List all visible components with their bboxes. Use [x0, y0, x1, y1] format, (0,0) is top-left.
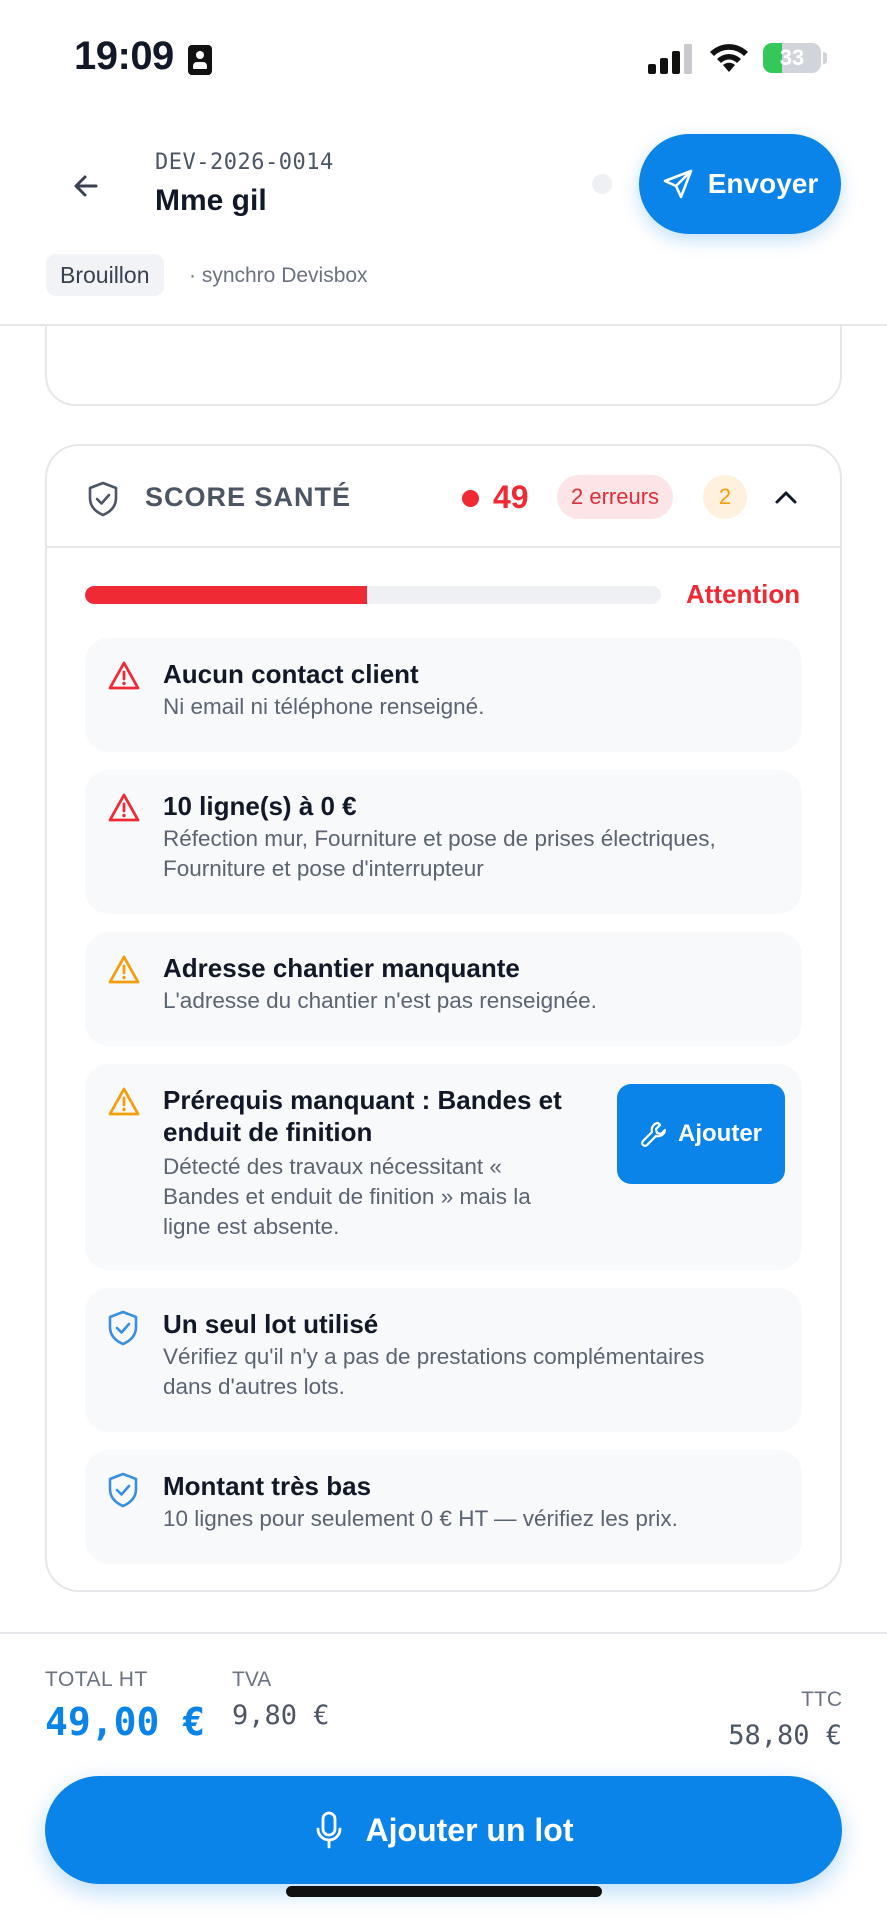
issue-title: Un seul lot utilisé [163, 1309, 379, 1339]
errors-badge: 2 erreurs [557, 475, 674, 519]
add-lot-button[interactable]: Ajouter un lot [45, 1776, 842, 1884]
issue-title: Montant très bas [163, 1471, 372, 1501]
issue-description: L'adresse du chantier n'est pas renseign… [163, 988, 597, 1013]
client-name: Mme gil [155, 184, 267, 217]
shield-check-icon [108, 1310, 138, 1346]
arrow-left-icon [74, 175, 98, 197]
score-status-dot [462, 490, 479, 507]
add-prerequisite-label: Ajouter [678, 1120, 762, 1147]
health-score-header[interactable]: SCORE SANTÉ 49 2 erreurs 2 [47, 446, 840, 548]
alert-triangle-icon [108, 955, 140, 984]
back-button[interactable] [62, 162, 110, 210]
wifi-icon [710, 44, 748, 72]
send-button[interactable]: Envoyer [639, 134, 841, 234]
send-icon [663, 169, 693, 199]
alert-triangle-icon [108, 793, 140, 822]
issue-description: 10 lignes pour seulement 0 € HT — vérifi… [163, 1506, 678, 1531]
document-reference: DEV-2026-0014 [155, 150, 334, 175]
battery-cap [823, 52, 827, 64]
total-ht-label: TOTAL HT [45, 1668, 148, 1691]
battery-icon: 33 [763, 43, 821, 73]
add-lot-label: Ajouter un lot [365, 1811, 574, 1848]
issue-description-line: Réfection mur, Fourniture et pose de pri… [163, 826, 716, 851]
wrench-icon [641, 1121, 667, 1147]
issue-title: Aucun contact client [163, 659, 419, 689]
totals-footer: TOTAL HT 49,00 € TVA 9,80 € TTC 58,80 € … [0, 1632, 887, 1920]
sync-label: · synchro Devisbox [189, 264, 368, 287]
issue-description: Ni email ni téléphone renseigné. [163, 694, 485, 719]
issue-title-line: enduit de finition [163, 1117, 373, 1147]
document-header: DEV-2026-0014 Mme gil Envoyer Brouillon … [0, 110, 887, 326]
issue-description-line: ligne est absente. [163, 1214, 340, 1239]
alert-triangle-icon [108, 1087, 140, 1116]
issue-description-line: dans d'autres lots. [163, 1374, 345, 1399]
tva-value: 9,80 € [232, 1700, 330, 1731]
chevron-up-icon[interactable] [771, 483, 801, 513]
issue-card: Prérequis manquant : Bandes et enduit de… [85, 1064, 802, 1270]
status-time: 19:09 [74, 34, 174, 78]
issue-card: Montant très bas 10 lignes pour seulemen… [85, 1450, 802, 1564]
issue-card: Un seul lot utilisé Vérifiez qu'il n'y a… [85, 1288, 802, 1432]
score-value: 49 [493, 479, 529, 515]
health-score-card: SCORE SANTÉ 49 2 erreurs 2 Attention Auc… [45, 444, 842, 1592]
sync-indicator [592, 174, 612, 194]
score-progress-label: Attention [686, 579, 801, 609]
battery-level: 33 [779, 45, 805, 70]
tva-label: TVA [232, 1668, 272, 1691]
status-bar: 19:09 33 [0, 0, 887, 110]
issue-title: 10 ligne(s) à 0 € [163, 791, 357, 821]
issue-description-line: Détecté des travaux nécessitant « [163, 1154, 502, 1179]
issue-description-line: Fourniture et pose d'interrupteur [163, 856, 484, 881]
issue-card: 10 ligne(s) à 0 € Réfection mur, Fournit… [85, 770, 802, 914]
issue-description-line: Bandes et enduit de finition » mais la [163, 1184, 531, 1209]
alert-triangle-icon [108, 661, 140, 690]
add-prerequisite-button[interactable]: Ajouter [617, 1084, 785, 1184]
issue-card: Adresse chantier manquante L'adresse du … [85, 932, 802, 1046]
ttc-label: TTC [801, 1688, 842, 1711]
ttc-value: 58,80 € [728, 1720, 842, 1751]
warnings-badge: 2 [703, 475, 747, 519]
score-progress-bar [85, 586, 661, 604]
microphone-icon [316, 1811, 341, 1849]
shield-check-icon [108, 1472, 138, 1508]
score-progress-fill [85, 586, 368, 604]
home-indicator [286, 1886, 602, 1897]
issue-title-line: Prérequis manquant : Bandes et [163, 1085, 562, 1115]
issue-description-line: Vérifiez qu'il n'y a pas de prestations … [163, 1344, 705, 1369]
total-ht-value: 49,00 € [45, 1700, 206, 1744]
health-score-title: SCORE SANTÉ [145, 482, 352, 512]
contact-card-icon [188, 45, 212, 75]
issue-title: Adresse chantier manquante [163, 953, 520, 983]
shield-check-icon [88, 481, 118, 517]
status-badge: Brouillon [46, 254, 164, 296]
send-button-label: Envoyer [707, 168, 819, 199]
issue-card: Aucun contact client Ni email ni télépho… [85, 638, 802, 752]
cellular-signal-icon [648, 44, 692, 74]
